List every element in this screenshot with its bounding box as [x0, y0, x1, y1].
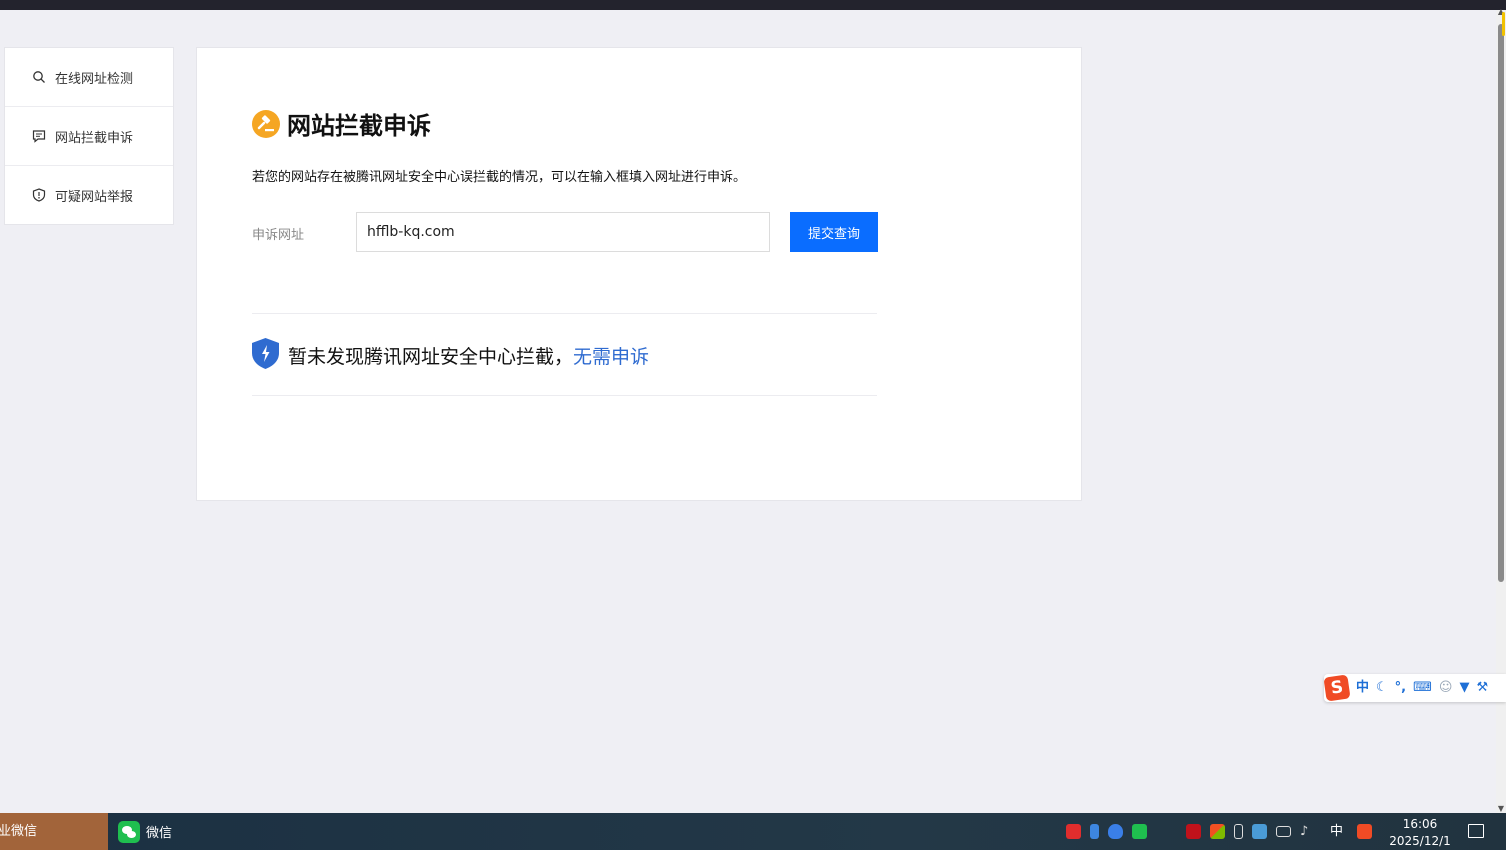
- scrollbar-thumb[interactable]: [1498, 24, 1504, 582]
- search-icon: [33, 71, 45, 83]
- shield-icon: [32, 188, 46, 202]
- ime-mode-toggle[interactable]: 中: [1356, 674, 1369, 702]
- tray-sogou-icon[interactable]: [1357, 824, 1372, 839]
- tray-left-icons: [1066, 813, 1156, 850]
- taskbar-app-wechat[interactable]: 微信: [118, 813, 172, 850]
- keyboard-icon[interactable]: ⌨: [1413, 674, 1432, 702]
- security-shield-icon: [252, 338, 279, 369]
- tools-wrench-icon[interactable]: ⚒: [1476, 674, 1488, 702]
- tray-app-icon[interactable]: [1066, 824, 1081, 839]
- clock-time: 16:06: [1402, 817, 1438, 831]
- scroll-marker: [1502, 12, 1505, 36]
- tray-phone-icon[interactable]: [1090, 824, 1099, 839]
- tray-network-app-icon[interactable]: [1252, 824, 1267, 839]
- scroll-down-arrow-icon[interactable]: ▼: [1497, 805, 1505, 813]
- appeal-form: 申诉网址 提交查询: [252, 212, 882, 252]
- taskbar: 业微信 微信 ♪ 中 16:06 2025/12/1: [0, 813, 1506, 850]
- ime-toolbar: S 中 ☾ °, ⌨ ☺ ▼ ⚒: [1323, 674, 1506, 702]
- page-title-row: 网站拦截申诉: [252, 106, 431, 141]
- taskbar-clock[interactable]: 16:06 2025/12/1: [1388, 816, 1452, 850]
- url-field-label: 申诉网址: [252, 228, 305, 243]
- sidebar-item-online-check[interactable]: 在线网址检测: [5, 48, 173, 107]
- tray-security-icon[interactable]: [1108, 824, 1123, 839]
- tray-adobe-icon[interactable]: [1186, 824, 1201, 839]
- sidebar-nav: 在线网址检测 网站拦截申诉 可疑网站举报: [4, 47, 174, 225]
- sidebar-item-label: 网站拦截申诉: [55, 130, 134, 146]
- url-input[interactable]: [356, 212, 770, 252]
- taskbar-app-enterprise-wechat[interactable]: 业微信: [0, 813, 108, 850]
- wechat-icon: [118, 820, 140, 843]
- comment-icon: [32, 130, 46, 143]
- result-text: 暂未发现腾讯网址安全中心拦截，: [288, 346, 574, 368]
- punctuation-toggle[interactable]: °,: [1395, 674, 1406, 702]
- sidebar-item-label: 可疑网站举报: [55, 189, 134, 205]
- volume-icon[interactable]: ♪: [1300, 824, 1315, 839]
- sidebar-item-label: 在线网址检测: [55, 71, 134, 87]
- sidebar-item-report[interactable]: 可疑网站举报: [5, 166, 173, 224]
- gavel-icon: [252, 109, 280, 138]
- user-icon[interactable]: ☺: [1439, 674, 1453, 702]
- wechat-label: 微信: [146, 826, 173, 841]
- clock-date: 2025/12/1: [1389, 834, 1451, 848]
- appeal-card: 网站拦截申诉 若您的网站存在被腾讯网址安全中心误拦截的情况，可以在输入框填入网址…: [196, 47, 1082, 501]
- skin-shirt-icon[interactable]: ▼: [1459, 674, 1469, 702]
- tray-right-icons: ♪: [1186, 813, 1324, 850]
- page-description: 若您的网站存在被腾讯网址安全中心误拦截的情况，可以在输入框填入网址进行申诉。: [252, 170, 747, 185]
- result-panel: 暂未发现腾讯网址安全中心拦截，无需申诉: [252, 313, 877, 396]
- input-language-indicator[interactable]: 中: [1330, 813, 1343, 850]
- network-icon[interactable]: [1276, 826, 1291, 837]
- moon-icon[interactable]: ☾: [1376, 674, 1388, 702]
- tray-color-icon[interactable]: [1210, 824, 1225, 839]
- submit-query-button[interactable]: 提交查询: [790, 212, 878, 252]
- notification-center-icon[interactable]: [1468, 824, 1484, 838]
- result-message: 暂未发现腾讯网址安全中心拦截，无需申诉: [288, 342, 649, 369]
- tray-wechat-icon[interactable]: [1132, 824, 1147, 839]
- tray-usb-icon[interactable]: [1234, 824, 1243, 839]
- page-title: 网站拦截申诉: [287, 112, 431, 140]
- sogou-logo-icon[interactable]: S: [1323, 674, 1351, 702]
- no-appeal-needed-link[interactable]: 无需申诉: [573, 346, 649, 368]
- sidebar-item-appeal[interactable]: 网站拦截申诉: [5, 107, 173, 166]
- browser-top-strip: [0, 0, 1506, 10]
